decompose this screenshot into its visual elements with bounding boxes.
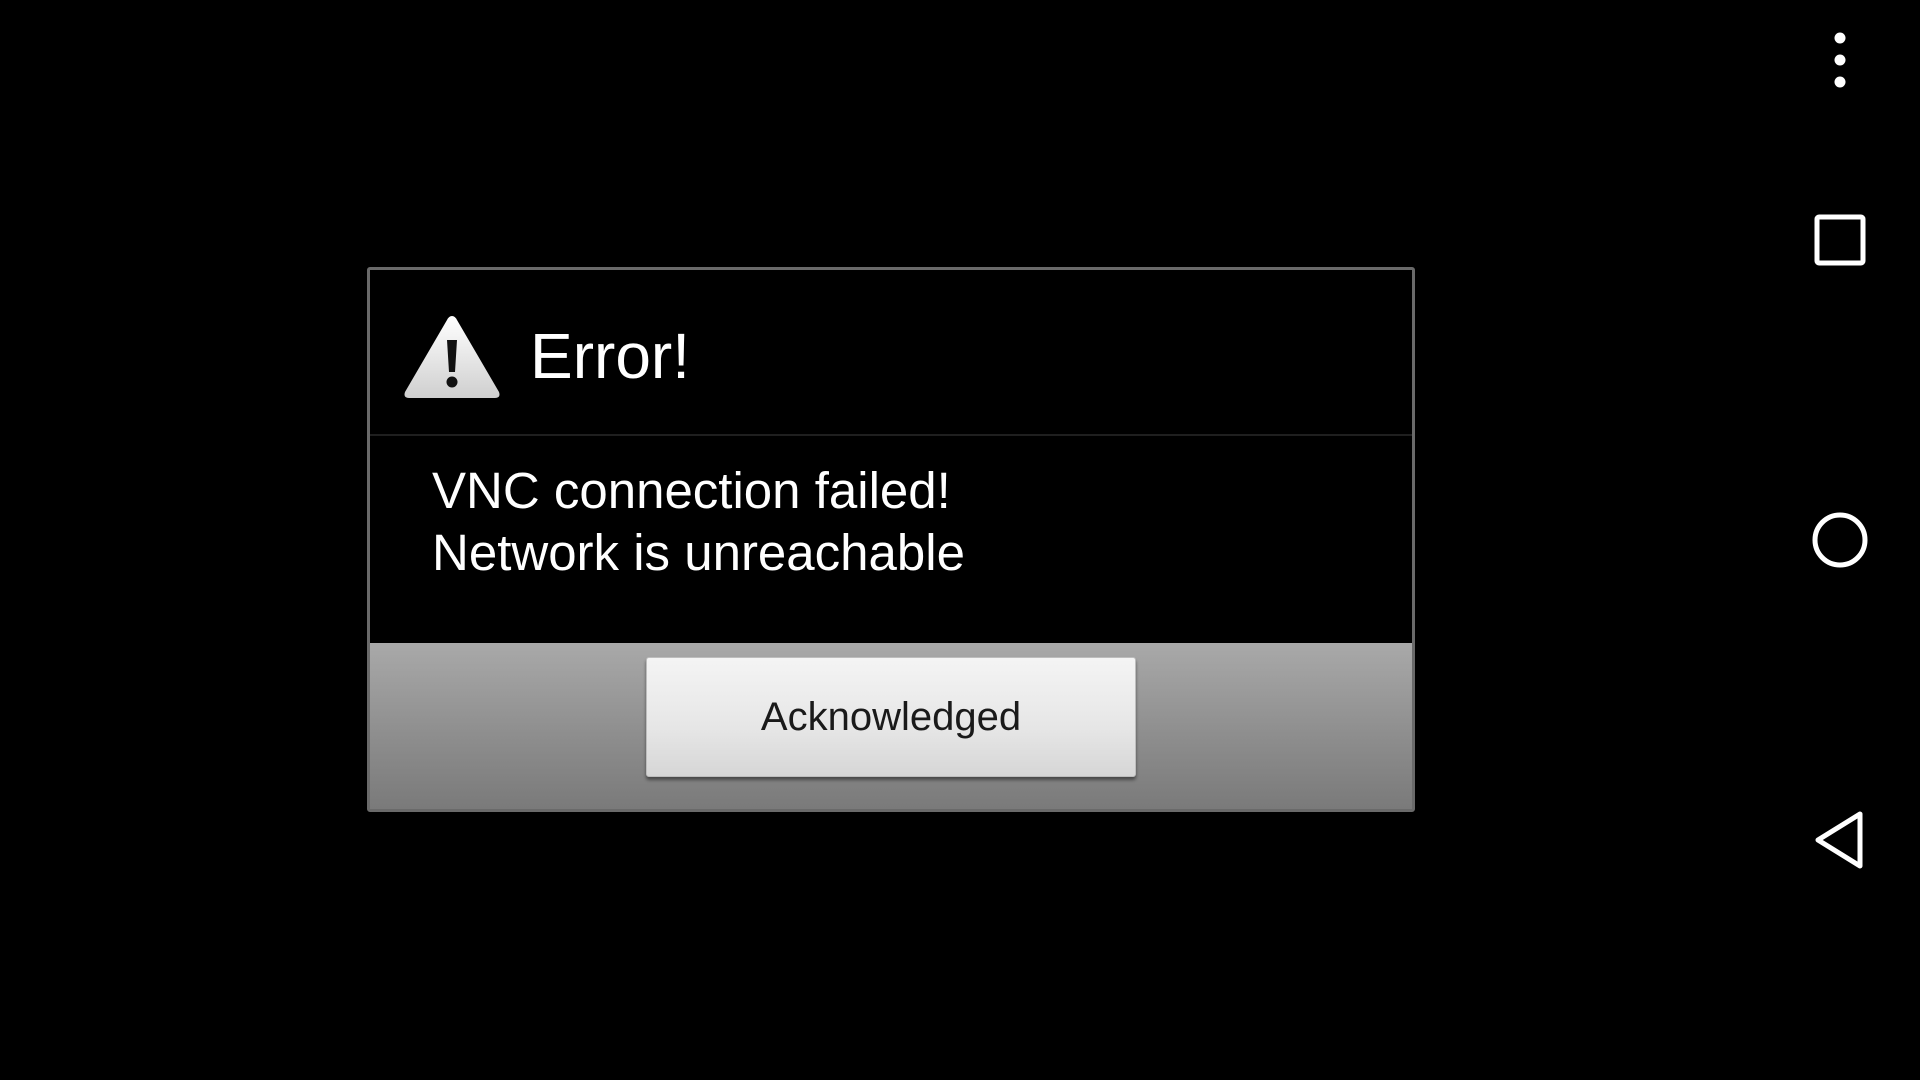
dialog-title: Error! xyxy=(530,320,690,392)
screen: Error! VNC connection failed! Network is… xyxy=(0,0,1920,1080)
message-line-2: Network is unreachable xyxy=(432,524,965,581)
overflow-menu-icon xyxy=(1834,32,1846,88)
dialog-actions: Acknowledged xyxy=(370,643,1412,809)
navigation-bar xyxy=(1760,0,1920,1080)
home-button[interactable] xyxy=(1760,500,1920,580)
message-line-1: VNC connection failed! xyxy=(432,462,951,519)
warning-triangle-icon xyxy=(404,316,500,398)
recents-icon xyxy=(1814,214,1866,266)
overflow-menu-button[interactable] xyxy=(1760,20,1920,100)
back-icon xyxy=(1815,811,1863,869)
dialog-header: Error! xyxy=(370,270,1412,436)
error-dialog: Error! VNC connection failed! Network is… xyxy=(367,267,1415,812)
back-button[interactable] xyxy=(1760,800,1920,880)
acknowledged-button[interactable]: Acknowledged xyxy=(646,657,1136,777)
dialog-message: VNC connection failed! Network is unreac… xyxy=(432,460,965,584)
dialog-body: VNC connection failed! Network is unreac… xyxy=(370,436,1412,644)
recents-button[interactable] xyxy=(1760,200,1920,280)
home-icon xyxy=(1812,512,1868,568)
